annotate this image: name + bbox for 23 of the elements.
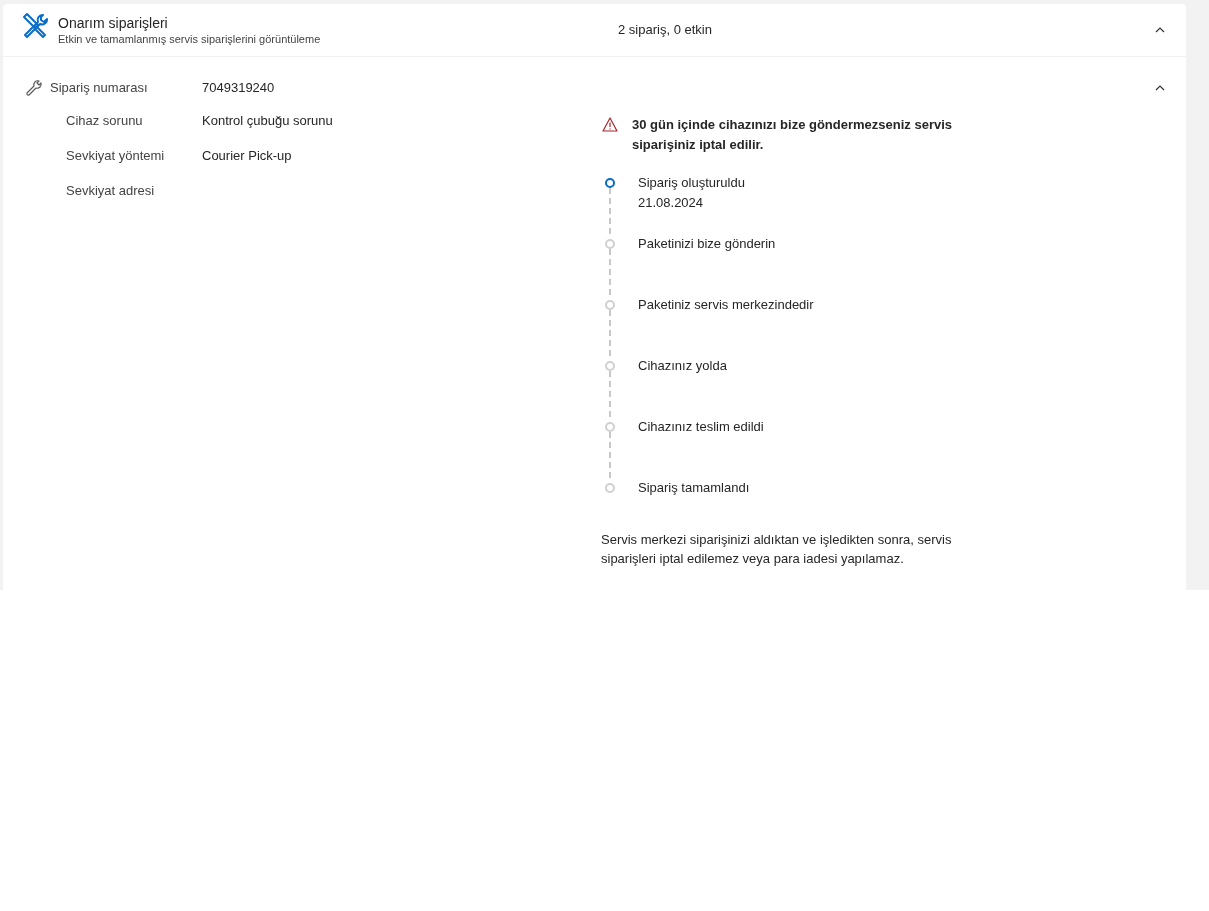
field-label: Cihaz sorunu xyxy=(66,111,144,130)
cancellation-note: Servis merkezi siparişinizi aldıktan ve işledikten sonra, servis siparişleri iptal edilemez veya para iadesi yapılamaz. xyxy=(601,530,953,568)
wrench-icon xyxy=(25,78,43,97)
field-value: Courier Pick-up xyxy=(202,146,292,165)
section-title: Onarım siparişleri xyxy=(58,13,169,32)
header-card[interactable]: Onarım siparişleri Etkin ve tamamlanmış servis siparişlerini görüntüleme 2 sipariş, 0 etkin xyxy=(3,4,1186,56)
field-label: Sevkiyat adresi xyxy=(66,181,156,200)
section-subtitle: Etkin ve tamamlanmış servis siparişlerini görüntüleme xyxy=(58,31,322,47)
step-label: Sipariş tamamlandı xyxy=(638,478,750,497)
step-label: Cihazınız yolda xyxy=(638,356,727,375)
step-date: 21.08.2024 xyxy=(638,193,705,212)
wrench-screwdriver-icon xyxy=(21,12,49,40)
field-label: Sipariş numarası xyxy=(50,79,149,97)
step-label: Sipariş oluşturuldu xyxy=(638,173,745,192)
order-number: 7049319240 xyxy=(202,79,276,97)
field-value: Kontrol çubuğu sorunu xyxy=(202,111,333,130)
step-label: Cihazınız teslim edildi xyxy=(638,417,764,436)
field-label: Sevkiyat yöntemi xyxy=(66,146,166,165)
order-summary: 2 sipariş, 0 etkin xyxy=(618,21,713,40)
step-label: Paketiniz servis merkezindedir xyxy=(638,295,814,314)
warning-icon xyxy=(602,116,618,132)
warning-message: 30 gün içinde cihazınızı bize göndermezseniz servis siparişiniz iptal edilir. xyxy=(632,115,954,154)
step-label: Paketinizi bize gönderin xyxy=(638,234,776,253)
